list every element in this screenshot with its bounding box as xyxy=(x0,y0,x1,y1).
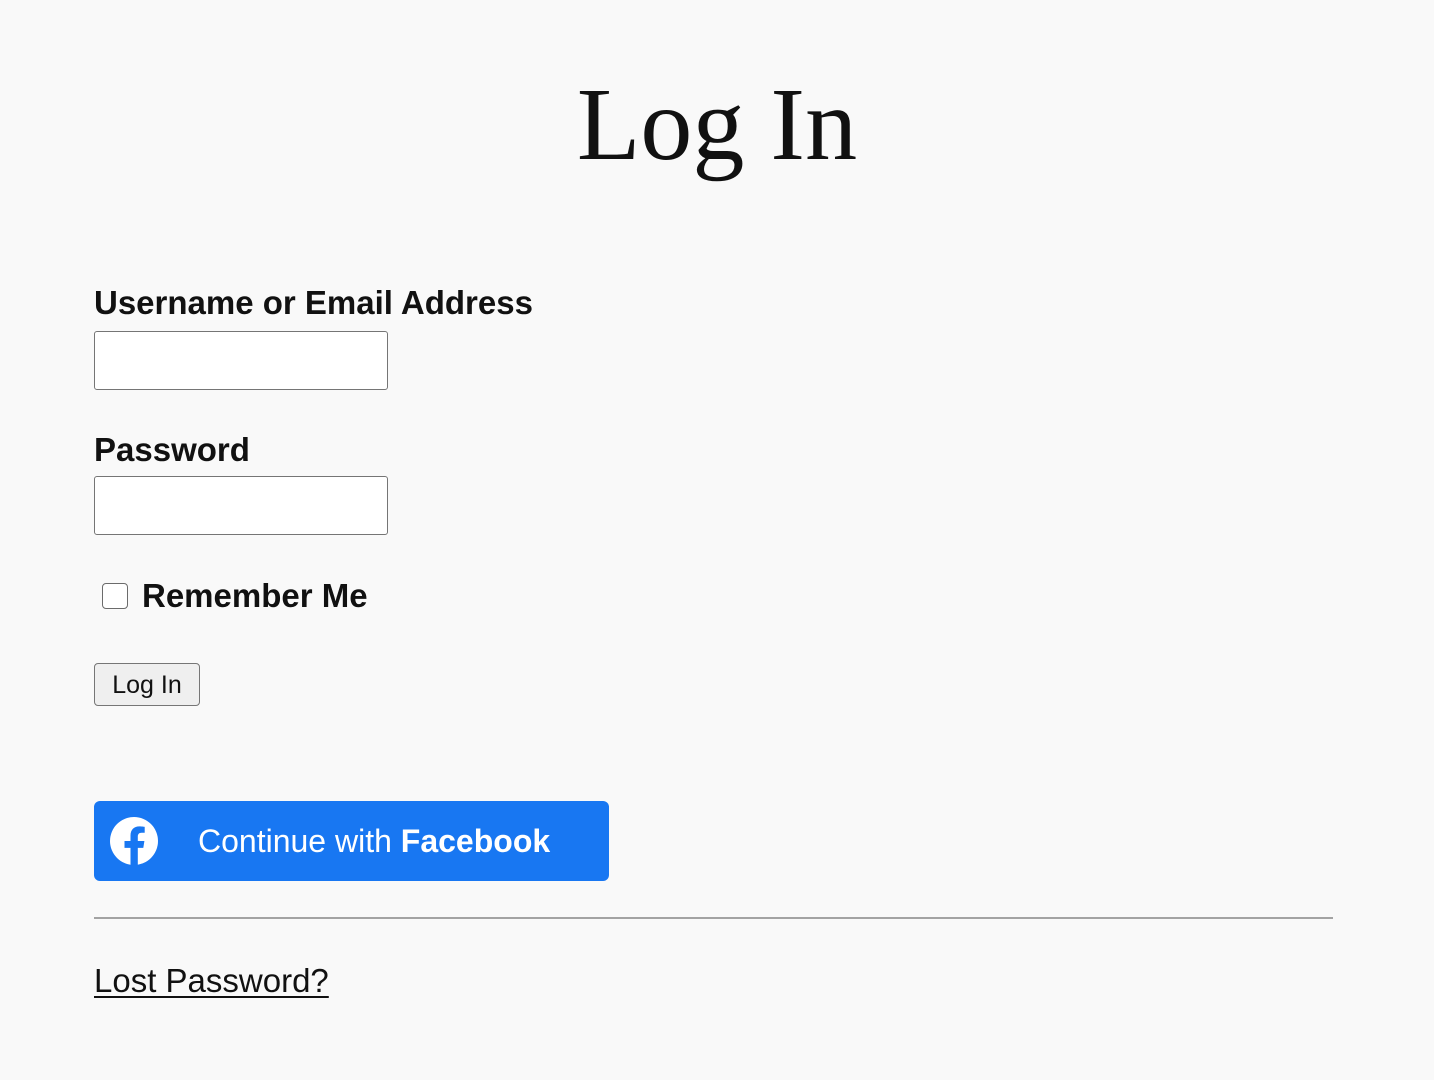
password-label: Password xyxy=(94,431,250,468)
lost-password-link[interactable]: Lost Password? xyxy=(94,960,329,1002)
username-input[interactable] xyxy=(94,331,388,390)
password-input[interactable] xyxy=(94,476,388,535)
continue-with-facebook-button[interactable]: Continue with Facebook xyxy=(94,801,609,881)
facebook-label-brand: Facebook xyxy=(400,823,551,859)
facebook-label-prefix: Continue with xyxy=(198,823,401,859)
remember-me-label[interactable]: Remember Me xyxy=(142,575,368,617)
facebook-icon xyxy=(110,817,158,865)
divider xyxy=(94,917,1333,919)
username-label: Username or Email Address xyxy=(94,284,533,321)
page-title: Log In xyxy=(576,67,858,182)
facebook-button-label: Continue with Facebook xyxy=(198,801,550,881)
log-in-button[interactable]: Log In xyxy=(94,663,200,706)
remember-me-checkbox[interactable] xyxy=(102,583,128,609)
